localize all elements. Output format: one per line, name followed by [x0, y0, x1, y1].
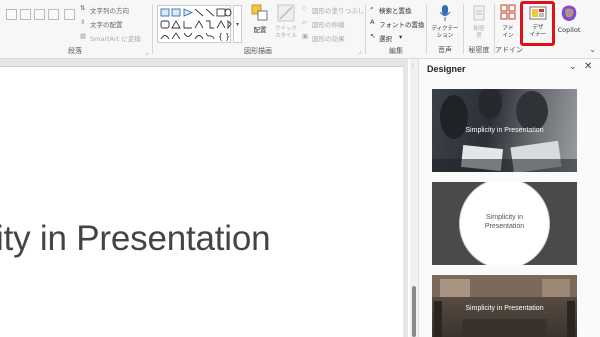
align-center-icon[interactable] — [20, 9, 31, 20]
ribbon: ⇅ 文字列の方向 ⇳ 文字の配置 ▦ SmartArt に変換 段落 ⌟ 図形描… — [0, 0, 600, 59]
slide-title[interactable]: ity in Presentation — [0, 219, 271, 259]
copilot-button[interactable]: Copilot — [554, 4, 584, 34]
arrange-icon — [251, 4, 268, 21]
quick-styles-label: クイック スタイル — [274, 26, 297, 39]
shape-outline-button[interactable]: 図形の枠線 — [312, 19, 345, 29]
design-idea-card[interactable]: Simplicity in Presentation — [432, 182, 577, 265]
design-idea-card-text: Simplicity in Presentation — [465, 127, 544, 134]
replace-fonts-icon[interactable]: A — [370, 18, 374, 26]
drawing-launcher-icon[interactable]: ⌟ — [358, 48, 361, 55]
editing-group: ⌕ 検索と置換 A フォントの置換 ↖ 選択 ▾ 編集 — [366, 0, 426, 59]
addins-icon — [500, 4, 516, 20]
shapes-more-button[interactable]: ▾ — [233, 5, 242, 43]
voice-group-label: 音声 — [438, 46, 452, 54]
svg-text:}: } — [225, 32, 230, 41]
shape-effects-button[interactable]: 図形の効果 — [312, 33, 345, 43]
align-right-icon[interactable] — [34, 9, 45, 20]
smartart-button[interactable]: SmartArt に変換 — [90, 33, 141, 43]
designer-highlight-box — [520, 1, 555, 46]
design-idea-card-text: Simplicity in Presentation — [465, 305, 544, 312]
text-direction-button[interactable]: 文字列の方向 — [90, 5, 129, 15]
addins-group-label: アドイン — [495, 46, 523, 54]
search-icon[interactable]: ⌕ — [370, 4, 374, 13]
editing-group-label: 編集 — [389, 47, 403, 55]
collapse-ribbon-icon[interactable]: ⌄ — [589, 45, 596, 54]
sensitivity-button[interactable]: 秘密 度 — [466, 4, 492, 40]
sensitivity-icon — [473, 5, 485, 21]
sensitivity-group-label: 秘密度 — [468, 46, 490, 54]
arrange-label: 配置 — [253, 26, 267, 34]
columns-icon[interactable] — [64, 9, 75, 20]
dictate-button[interactable]: ディクテー ション — [429, 4, 461, 40]
svg-text:{: { — [218, 32, 223, 41]
arrange-button[interactable]: 配置 — [248, 4, 272, 34]
shape-fill-button[interactable]: 図形の塗りつぶし — [312, 5, 364, 15]
chevron-down-icon[interactable]: ⌄ — [569, 62, 577, 72]
text-direction-icon[interactable]: ⇅ — [80, 4, 85, 12]
select-icon[interactable]: ↖ — [370, 32, 375, 40]
copilot-label: Copilot — [557, 26, 581, 34]
find-replace-button[interactable]: 検索と置換 — [379, 5, 412, 15]
paragraph-launcher-icon[interactable]: ⌟ — [145, 49, 148, 56]
designer-pane-title: Designer — [427, 64, 466, 74]
addins-label: アド イン — [502, 26, 514, 39]
slide-canvas[interactable]: ity in Presentation — [0, 66, 403, 337]
align-text-button[interactable]: 文字の配置 — [90, 19, 123, 29]
design-idea-card[interactable]: Simplicity in Presentation — [432, 275, 577, 337]
shape-outline-icon[interactable]: ▱ — [302, 18, 307, 26]
microphone-icon — [439, 5, 451, 21]
shapes-gallery-icons: { } — [160, 8, 232, 41]
align-text-icon[interactable]: ⇳ — [80, 18, 85, 26]
dictate-label: ディクテー ション — [431, 26, 459, 39]
justify-icon[interactable] — [48, 9, 59, 20]
smartart-icon[interactable]: ▦ — [80, 32, 86, 40]
select-dropdown-icon[interactable]: ▾ — [399, 33, 402, 41]
slide-editor: ity in Presentation — [0, 59, 408, 337]
align-left-icon[interactable] — [6, 9, 17, 20]
quick-styles-icon — [277, 4, 295, 22]
paragraph-group: ⇅ 文字列の方向 ⇳ 文字の配置 ▦ SmartArt に変換 段落 ⌟ — [0, 0, 150, 59]
shape-effects-icon[interactable]: ▣ — [302, 32, 308, 40]
copilot-icon — [561, 5, 577, 21]
quick-styles-button[interactable]: クイック スタイル — [273, 4, 299, 40]
addins-button[interactable]: アド イン — [496, 4, 520, 40]
shapes-gallery[interactable]: { } — [157, 5, 232, 43]
design-idea-card[interactable]: Simplicity in Presentation — [432, 89, 577, 172]
pane-resize-grip-icon[interactable]: ⋮ — [410, 63, 416, 70]
design-idea-card-text: Simplicity in Presentation — [484, 214, 525, 230]
paragraph-group-label: 段落 — [68, 47, 82, 55]
slide-scrollbar-thumb[interactable] — [412, 286, 416, 337]
sensitivity-label: 秘密 度 — [473, 26, 485, 39]
designer-pane: Designer ⌄ ✕ Simplicity in Presentation … — [418, 59, 600, 337]
select-button[interactable]: 選択 — [379, 33, 392, 43]
drawing-group-label: 図形描画 — [244, 47, 272, 55]
separator — [426, 4, 427, 54]
shape-fill-icon[interactable]: ◇ — [302, 4, 307, 12]
close-icon[interactable]: ✕ — [584, 61, 592, 72]
replace-fonts-button[interactable]: フォントの置換 — [379, 19, 425, 29]
